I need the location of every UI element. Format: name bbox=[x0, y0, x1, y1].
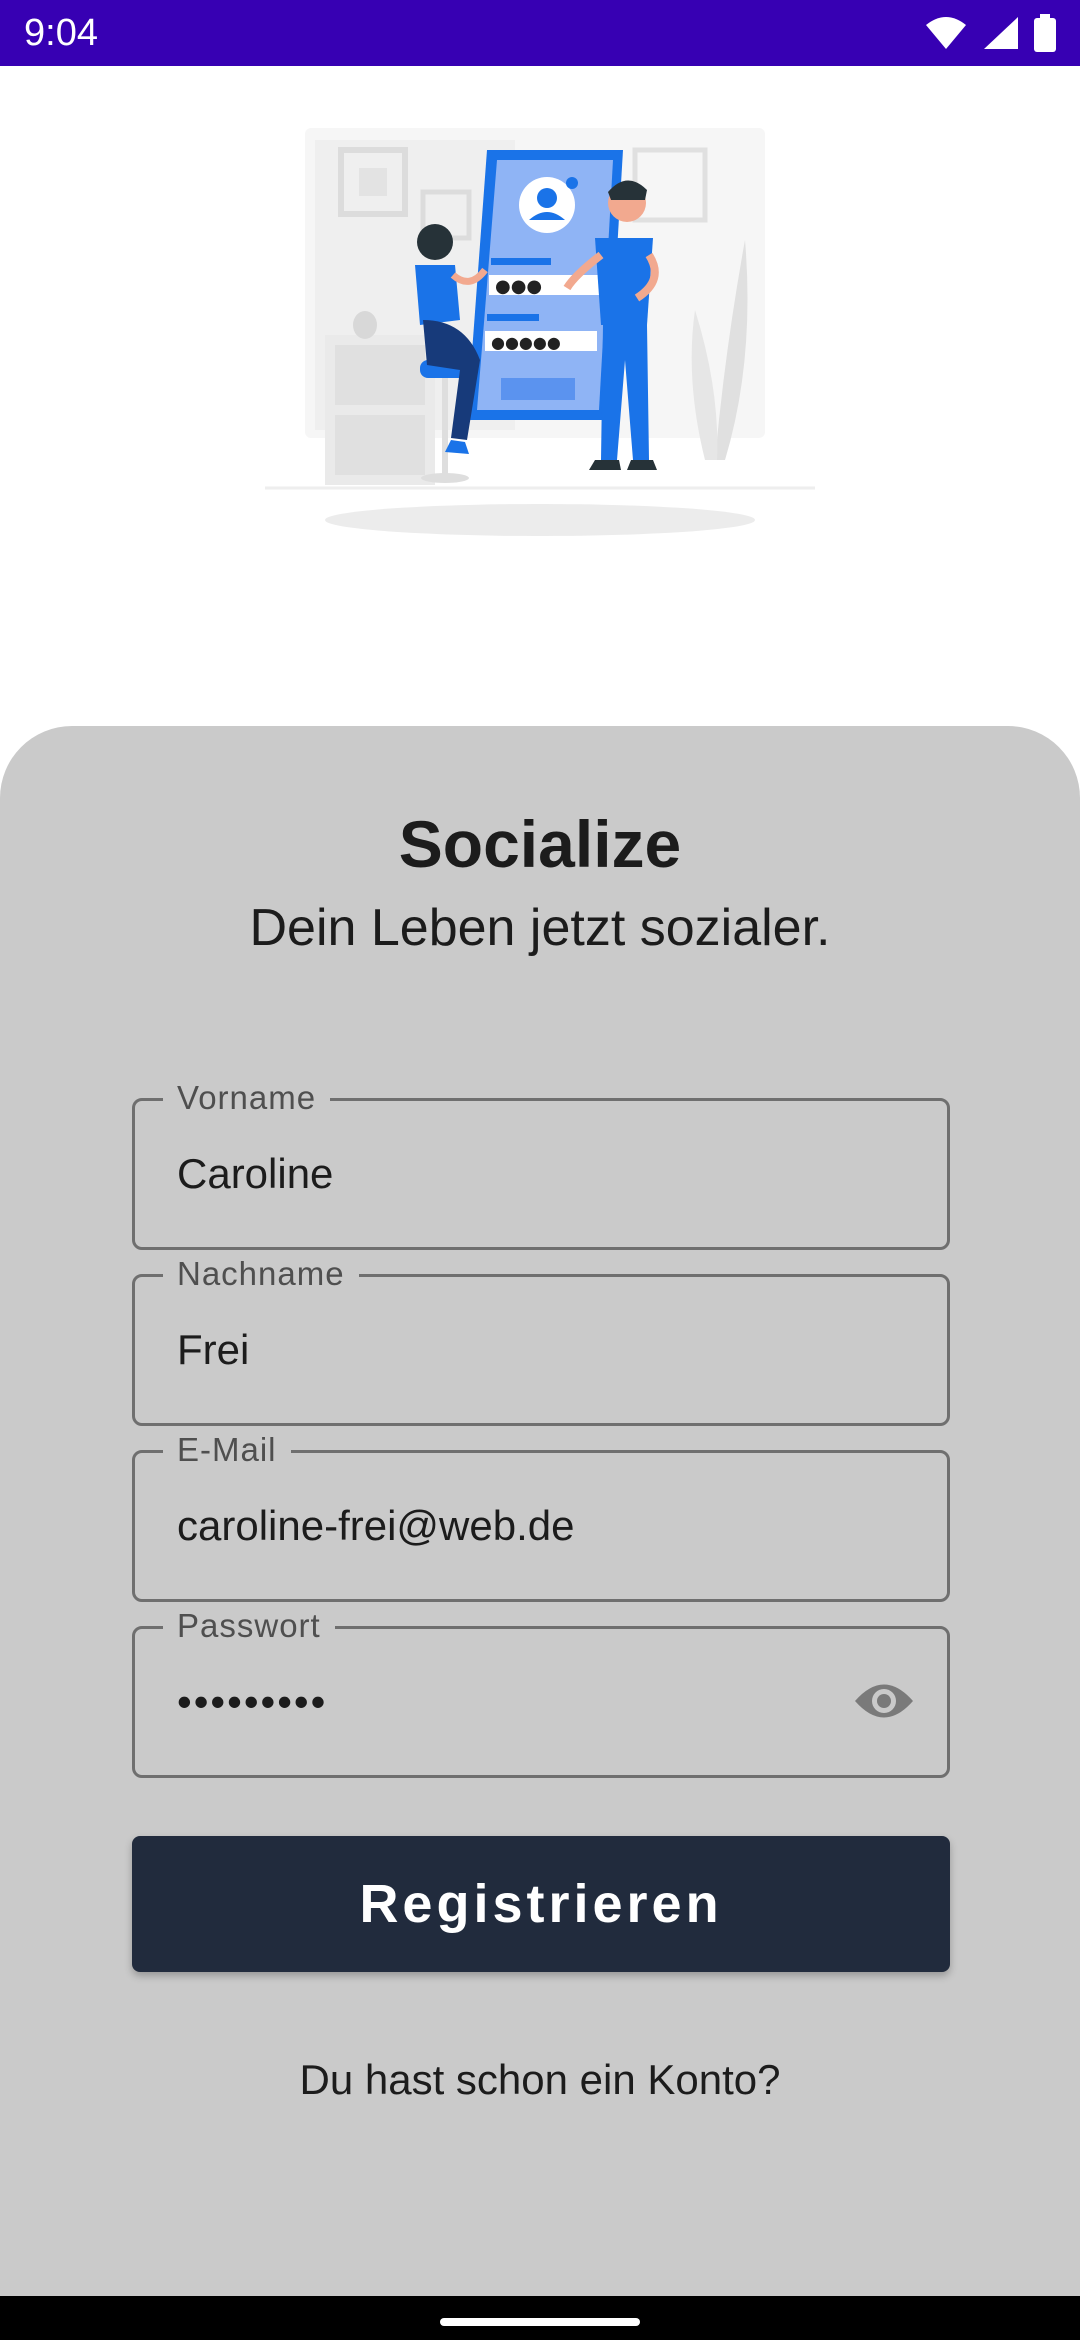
svg-text:●●●●●: ●●●●● bbox=[491, 333, 561, 352]
home-gesture-handle[interactable] bbox=[440, 2318, 640, 2326]
svg-text:●●●: ●●● bbox=[495, 276, 542, 297]
last-name-value[interactable]: Frei bbox=[177, 1277, 249, 1423]
app-title: Socialize bbox=[398, 807, 682, 881]
register-button[interactable]: Registrieren bbox=[132, 1836, 950, 1972]
signup-illustration: ●●● ●●●●● bbox=[265, 128, 815, 536]
first-name-value[interactable]: Caroline bbox=[177, 1101, 333, 1247]
password-field[interactable]: Passwort ••••••••• bbox=[132, 1607, 950, 1778]
status-icons bbox=[924, 14, 1056, 52]
password-value[interactable]: ••••••••• bbox=[177, 1629, 327, 1775]
password-visibility-toggle[interactable] bbox=[853, 1679, 915, 1723]
login-link[interactable]: Du hast schon ein Konto? bbox=[0, 2056, 1080, 2104]
status-time: 9:04 bbox=[24, 11, 98, 54]
wifi-icon bbox=[926, 17, 966, 49]
last-name-field[interactable]: Nachname Frei bbox=[132, 1255, 950, 1426]
email-field[interactable]: E-Mail caroline-frei@web.de bbox=[132, 1431, 950, 1602]
screen: 9:04 ●●● ●●●●● Socialize Dein Leben jetz… bbox=[0, 0, 1080, 2340]
signal-icon bbox=[984, 17, 1018, 49]
status-bar: 9:04 bbox=[0, 0, 1080, 66]
battery-icon bbox=[1034, 14, 1056, 52]
email-value[interactable]: caroline-frei@web.de bbox=[177, 1453, 574, 1599]
app-subtitle: Dein Leben jetzt sozialer. bbox=[249, 899, 831, 957]
eye-icon bbox=[855, 1684, 913, 1718]
first-name-field[interactable]: Vorname Caroline bbox=[132, 1079, 950, 1250]
